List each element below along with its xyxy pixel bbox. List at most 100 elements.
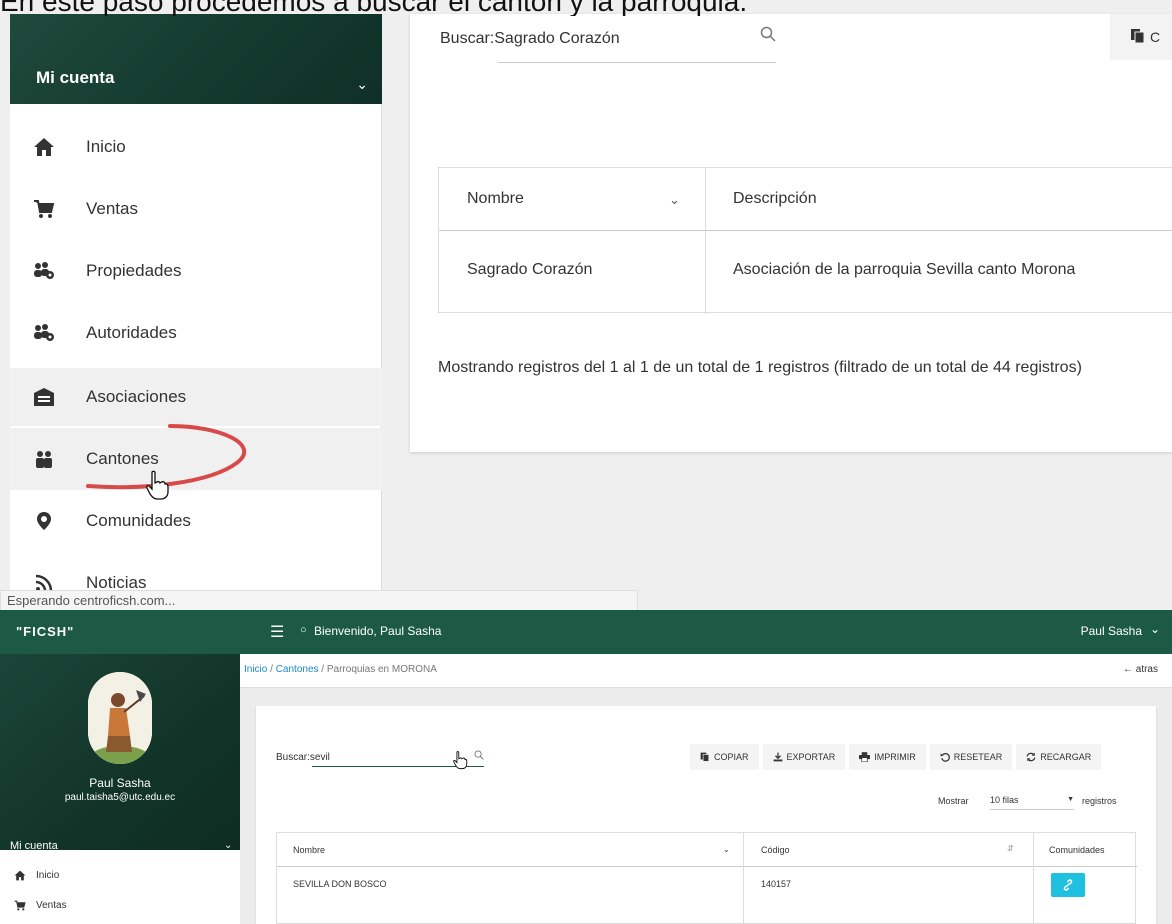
chevron-down-icon[interactable]: ⌄: [1150, 622, 1160, 636]
sidebar-item-ventas[interactable]: Ventas: [10, 180, 382, 238]
table-toolbar: COPIAR EXPORTAR IMPRIMIR RESETEAR RECARG…: [690, 744, 1142, 770]
table-row[interactable]: SEVILLA DON BOSCO 140157: [277, 867, 1137, 901]
brand-logo-text[interactable]: "FICSH": [16, 624, 74, 639]
users-gear-icon: [32, 323, 56, 343]
column-divider: [705, 168, 706, 314]
cell-codigo: 140157: [761, 879, 792, 889]
back-link[interactable]: ← atras: [1123, 664, 1158, 675]
search-icon[interactable]: [474, 750, 484, 763]
chevron-down-icon[interactable]: ⌄: [723, 845, 730, 854]
breadcrumb-separator: /: [270, 664, 273, 675]
breadcrumb-path: Inicio / Cantones / Parroquias en MORONA: [244, 664, 437, 675]
sidebar-item-ventas[interactable]: Ventas: [0, 890, 240, 920]
home-icon: [10, 870, 30, 881]
home-icon: [32, 137, 56, 157]
mi-cuenta-label: Mi cuenta: [36, 68, 115, 87]
search-icon[interactable]: [760, 26, 776, 47]
caret-down-icon: ▼: [1067, 796, 1074, 803]
search-input[interactable]: Buscar:Sagrado Corazón: [440, 30, 620, 48]
sidebar-item-inicio[interactable]: Inicio: [10, 118, 382, 176]
column-header-codigo[interactable]: Código: [761, 845, 790, 855]
communities-link-button[interactable]: [1051, 873, 1085, 897]
export-label: EXPORTAR: [786, 752, 836, 762]
copy-label: C: [1150, 29, 1161, 45]
column-header-nombre[interactable]: Nombre: [293, 845, 325, 855]
zoom-main-panel: Buscar:Sagrado Corazón C Nombre ⌄ Descri…: [410, 14, 1172, 452]
top-navbar: "FICSH" ☰ ○ Bienvenido, Paul Sasha Paul …: [0, 610, 1172, 654]
cell-nombre: SEVILLA DON BOSCO: [293, 879, 387, 889]
column-header-descripcion[interactable]: Descripción: [733, 190, 817, 208]
hand-cursor-icon: [453, 751, 468, 770]
sidebar-item-label: Inicio: [86, 137, 126, 156]
content-panel: Buscar:sevil COPIAR EXPORTAR IMPRIMIR RE…: [256, 706, 1156, 924]
warehouse-icon: [32, 387, 56, 407]
chevron-down-icon: ⌄: [356, 76, 368, 92]
page-size-suffix: registros: [1082, 796, 1117, 806]
sort-icon[interactable]: ⇵: [1007, 844, 1014, 853]
map-pin-icon: [32, 511, 56, 531]
hand-cursor-icon: [146, 470, 169, 500]
search-underline: [498, 62, 776, 63]
column-divider: [743, 833, 744, 924]
search-input[interactable]: Buscar:sevil: [276, 752, 330, 763]
profile-name: Paul Sasha: [89, 776, 151, 790]
avatar-illustration: [88, 672, 152, 764]
page-size-value: 10 filas: [990, 795, 1019, 805]
reload-label: RECARGAR: [1040, 752, 1092, 762]
export-button[interactable]: EXPORTAR: [762, 744, 846, 770]
back-label: atras: [1135, 664, 1158, 675]
browser-status-bar: Esperando centroficsh.com...: [0, 590, 638, 610]
profile-panel: Paul Sasha paul.taisha5@utc.edu.ec Mi cu…: [0, 654, 240, 852]
sidebar-item-label: Inicio: [36, 869, 60, 881]
reset-button[interactable]: RESETEAR: [929, 744, 1013, 770]
parroquias-table: Nombre ⌄ Código ⇵ Comunidades SEVILLA DO…: [276, 832, 1137, 924]
zoomed-view: Mi cuenta ⌄ Inicio Ventas Propiedades Au…: [0, 0, 1172, 610]
user-menu[interactable]: Paul Sasha: [1081, 624, 1142, 638]
print-label: IMPRIMIR: [874, 752, 916, 762]
welcome-text: Bienvenido, Paul Sasha: [314, 624, 442, 638]
sidebar-item-inicio[interactable]: Inicio: [0, 860, 240, 890]
zoom-sidebar-header[interactable]: Mi cuenta ⌄: [10, 14, 382, 104]
reset-label: RESETEAR: [953, 752, 1003, 762]
sidebar-item-label: Comunidades: [86, 511, 191, 530]
chevron-down-icon[interactable]: ⌄: [224, 840, 232, 851]
page-size-prefix: Mostrar: [938, 796, 969, 806]
cart-icon: [32, 199, 56, 219]
breadcrumb-inicio[interactable]: Inicio: [244, 664, 267, 675]
link-icon: [1063, 879, 1073, 891]
sidebar-item-comunidades[interactable]: Comunidades: [10, 492, 382, 550]
copy-button[interactable]: COPIAR: [690, 744, 759, 770]
circle-icon: ○: [300, 624, 307, 636]
avatar[interactable]: [88, 672, 152, 764]
zoom-sidebar: Mi cuenta ⌄ Inicio Ventas Propiedades Au…: [10, 14, 382, 610]
chevron-down-icon[interactable]: ⌄: [669, 192, 680, 208]
zoom-results-table: Nombre ⌄ Descripción Sagrado Corazón Aso…: [438, 167, 1172, 314]
table-row[interactable]: Sagrado Corazón Asociación de la parroqu…: [439, 231, 1172, 314]
app-window: "FICSH" ☰ ○ Bienvenido, Paul Sasha Paul …: [0, 610, 1172, 924]
video-caption: En este paso procedemos a buscar el cant…: [0, 0, 748, 16]
cart-icon: [10, 900, 30, 911]
table-header-row: Nombre ⌄ Código ⇵ Comunidades: [277, 833, 1137, 867]
download-icon: [773, 752, 782, 762]
map-people-icon: [32, 449, 56, 469]
refresh-icon: [1026, 752, 1036, 762]
copy-label: COPIAR: [714, 752, 749, 762]
sidebar-item-autoridades[interactable]: Autoridades: [10, 304, 382, 362]
reload-button[interactable]: RECARGAR: [1016, 744, 1102, 770]
cell-descripcion: Asociación de la parroquia Sevilla canto…: [733, 261, 1076, 278]
breadcrumb-cantones[interactable]: Cantones: [276, 664, 319, 675]
sidebar: Paul Sasha paul.taisha5@utc.edu.ec Mi cu…: [0, 654, 240, 924]
print-button[interactable]: IMPRIMIR: [849, 744, 926, 770]
mi-cuenta-label[interactable]: Mi cuenta: [10, 840, 58, 852]
sidebar-item-asociaciones[interactable]: Asociaciones: [10, 368, 382, 426]
hamburger-menu-icon[interactable]: ☰: [270, 622, 284, 642]
column-header-comunidades[interactable]: Comunidades: [1049, 845, 1105, 855]
page-size-select[interactable]: 10 filas ▼: [990, 792, 1074, 810]
records-info: Mostrando registros del 1 al 1 de un tot…: [438, 359, 1082, 376]
copy-button[interactable]: C: [1110, 14, 1172, 60]
sidebar-item-propiedades[interactable]: Propiedades: [10, 242, 382, 300]
column-header-nombre[interactable]: Nombre: [467, 190, 524, 208]
column-divider: [1033, 833, 1034, 924]
breadcrumb: Inicio / Cantones / Parroquias en MORONA…: [240, 654, 1172, 688]
copy-icon: [1130, 28, 1146, 47]
